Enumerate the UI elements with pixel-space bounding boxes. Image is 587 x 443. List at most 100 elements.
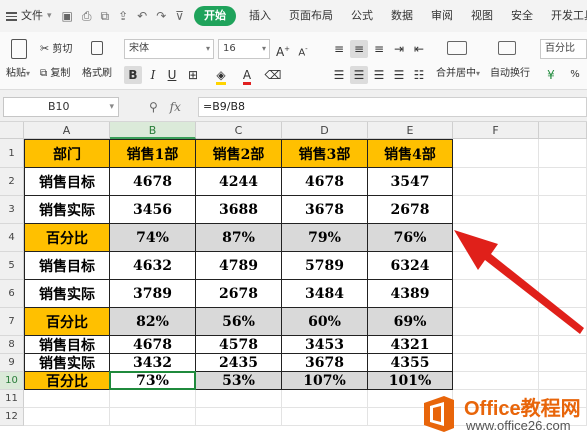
row-header-6[interactable]: 6 [0,280,24,308]
empty-cell[interactable] [539,168,587,196]
column-header-f[interactable]: F [453,122,539,139]
number-format-select[interactable]: 百分比 [540,39,587,59]
align-center-icon[interactable]: ☰ [350,66,368,84]
row-header-4[interactable]: 4 [0,224,24,252]
row-header-2[interactable]: 2 [0,168,24,196]
cell-c5[interactable]: 4789 [196,252,282,280]
align-right-icon[interactable]: ☰ [370,66,388,84]
row-header-12[interactable]: 12 [0,408,24,426]
underline-icon[interactable]: U [163,66,181,84]
tab-insert[interactable]: 插入 [240,0,280,32]
cell-d5[interactable]: 5789 [282,252,368,280]
export-icon[interactable]: ⇪ [118,9,128,23]
cell-a6[interactable]: 销售实际 [24,280,110,308]
cell-a3[interactable]: 销售实际 [24,196,110,224]
column-header-c[interactable]: C [196,122,282,139]
empty-cell[interactable] [539,139,587,168]
tab-formulas[interactable]: 公式 [342,0,382,32]
decrease-font-icon[interactable]: A- [294,40,312,58]
cell-d7[interactable]: 60% [282,308,368,336]
cell-d9[interactable]: 3678 [282,354,368,372]
cell-c9[interactable]: 2435 [196,354,282,372]
cell-c3[interactable]: 3688 [196,196,282,224]
cell-b5[interactable]: 4632 [110,252,196,280]
column-header-a[interactable]: A [24,122,110,139]
empty-cell[interactable] [282,408,368,426]
cell-c7[interactable]: 56% [196,308,282,336]
format-painter-icon[interactable] [86,38,108,60]
row-header-11[interactable]: 11 [0,390,24,408]
cell-c4[interactable]: 87% [196,224,282,252]
column-header-d[interactable]: D [282,122,368,139]
increase-font-icon[interactable]: A+ [274,40,292,59]
font-name-select[interactable]: 宋体 ▾ [124,39,214,59]
justify-icon[interactable]: ☰ [390,66,408,84]
cell-d6[interactable]: 3484 [282,280,368,308]
cell-e1[interactable]: 销售4部 [368,139,453,168]
cell-c10[interactable]: 53% [196,372,282,390]
bold-icon[interactable]: B [124,66,142,84]
cell-c6[interactable]: 2678 [196,280,282,308]
wrap-text-icon[interactable] [496,38,518,58]
outdent-icon[interactable]: ⇤ [410,40,428,58]
cell-d2[interactable]: 4678 [282,168,368,196]
cell-d1[interactable]: 销售3部 [282,139,368,168]
cell-b4[interactable]: 74% [110,224,196,252]
empty-cell[interactable] [110,390,196,408]
cell-d3[interactable]: 3678 [282,196,368,224]
row-header-7[interactable]: 7 [0,308,24,336]
tab-home[interactable]: 开始 [194,6,237,26]
customize-icon[interactable]: ⊽ [175,9,184,23]
column-header-e[interactable]: E [368,122,453,139]
font-color-icon[interactable]: A [238,66,256,85]
cell-a1[interactable]: 部门 [24,139,110,168]
align-bottom-icon[interactable]: ≡ [370,40,388,58]
wrap-text-button[interactable]: 自动换行 [490,64,530,79]
empty-cell[interactable] [196,408,282,426]
row-header-9[interactable]: 9 [0,354,24,372]
row-header-5[interactable]: 5 [0,252,24,280]
format-painter-button[interactable]: 格式刷 [82,64,112,79]
cell-a7[interactable]: 百分比 [24,308,110,336]
cell-c1[interactable]: 销售2部 [196,139,282,168]
empty-cell[interactable] [110,408,196,426]
cell-b1[interactable]: 销售1部 [110,139,196,168]
row-header-1[interactable]: 1 [0,139,24,168]
print-icon[interactable]: ⎙ [82,9,92,24]
redo-icon[interactable]: ↷ [156,9,166,23]
cell-b3[interactable]: 3456 [110,196,196,224]
column-header-b[interactable]: B [110,122,196,139]
percent-icon[interactable]: % [566,66,584,84]
row-header-3[interactable]: 3 [0,196,24,224]
cell-a5[interactable]: 销售目标 [24,252,110,280]
tab-view[interactable]: 视图 [462,0,502,32]
currency-icon[interactable]: ¥ [542,66,560,84]
paste-icon[interactable] [8,38,30,60]
align-left-icon[interactable]: ☰ [330,66,348,84]
file-menu[interactable]: 文件 ▾ [0,0,56,32]
tab-review[interactable]: 审阅 [422,0,462,32]
empty-cell[interactable] [196,390,282,408]
align-top-icon[interactable]: ≡ [330,40,348,58]
cell-e2[interactable]: 3547 [368,168,453,196]
font-size-select[interactable]: 16 ▾ [218,39,270,59]
cell-a10[interactable]: 百分比 [24,372,110,390]
empty-cell[interactable] [282,390,368,408]
cell-b2[interactable]: 4678 [110,168,196,196]
name-box[interactable]: B10 ▾ [3,97,119,117]
empty-cell[interactable] [24,408,110,426]
cell-d4[interactable]: 79% [282,224,368,252]
distribute-icon[interactable]: ☷ [410,66,428,84]
fx-icon[interactable]: fx [170,100,181,114]
cell-b7[interactable]: 82% [110,308,196,336]
indent-icon[interactable]: ⇥ [390,40,408,58]
empty-cell[interactable] [453,354,539,372]
copy-button[interactable]: ⧉ 复制 [40,64,70,79]
cell-b8[interactable]: 4678 [110,336,196,354]
cut-button[interactable]: ✂ 剪切 [40,40,72,55]
column-header-next[interactable] [539,122,587,139]
tab-data[interactable]: 数据 [382,0,422,32]
empty-cell[interactable] [453,168,539,196]
clear-format-icon[interactable]: ⌫ [264,66,282,84]
empty-cell[interactable] [453,139,539,168]
